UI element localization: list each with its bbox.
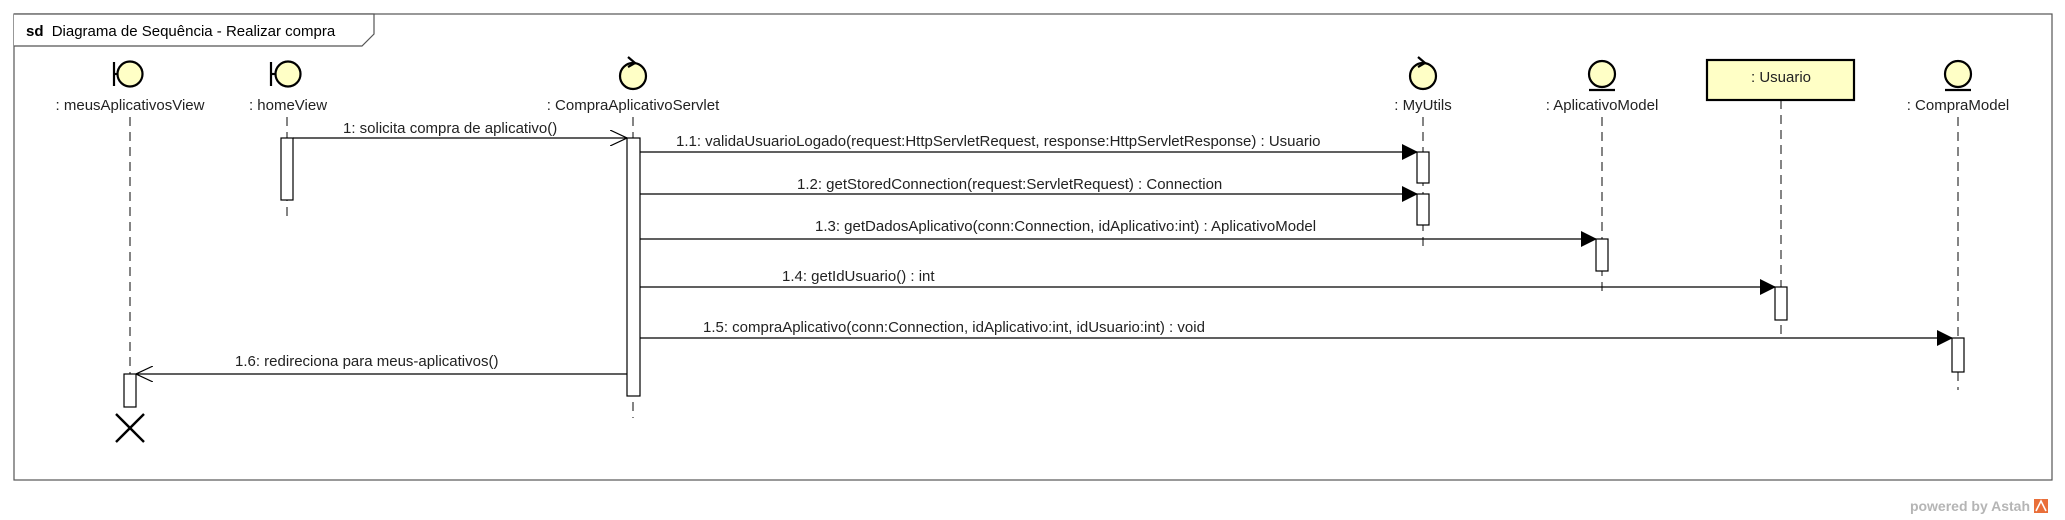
activation-meusAplicativosView (123, 373, 137, 408)
lifeline-label-AplicativoModel: : AplicativoModel (1546, 97, 1659, 114)
activation-CompraModel (1951, 337, 1965, 373)
lifeline-label-CompraModel: : CompraModel (1907, 97, 2010, 114)
message-1-1-label: 1.1: validaUsuarioLogado(request:HttpSer… (676, 133, 1321, 150)
activation-AplicativoModel (1595, 238, 1609, 272)
activation-Usuario (1774, 286, 1788, 321)
activation-MyUtils-1 (1416, 151, 1430, 184)
activation-MyUtils-2 (1416, 193, 1430, 226)
frame-title-text: Diagrama de Sequência - Realizar compra (52, 23, 336, 40)
message-1-3-label: 1.3: getDadosAplicativo(conn:Connection,… (815, 218, 1316, 235)
lifeline-label-meusAplicativosView: : meusAplicativosView (56, 97, 205, 114)
lifeline-label-homeView: : homeView (249, 97, 327, 114)
lifeline-label-CompraAplicativoServlet: : CompraAplicativoServlet (547, 97, 720, 114)
message-1-2-label: 1.2: getStoredConnection(request:Servlet… (797, 176, 1222, 193)
frame-title: sd Diagrama de Sequência - Realizar comp… (26, 23, 336, 40)
message-1-6-label: 1.6: redireciona para meus-aplicativos() (235, 353, 498, 370)
message-1-label: 1: solicita compra de aplicativo() (343, 120, 557, 137)
astah-logo-icon (2034, 499, 2048, 513)
powered-by-footer: powered by Astah (1910, 498, 2030, 514)
lifeline-label-MyUtils: : MyUtils (1394, 97, 1452, 114)
sequence-diagram: sd Diagrama de Sequência - Realizar comp… (13, 13, 2053, 514)
lifeline-label-Usuario: : Usuario (1751, 69, 1811, 86)
frame-keyword: sd (26, 23, 44, 40)
message-1-4-label: 1.4: getIdUsuario() : int (782, 268, 935, 285)
activation-homeView (280, 137, 294, 201)
activation-CompraAplicativoServlet (626, 137, 641, 397)
message-1-5-label: 1.5: compraAplicativo(conn:Connection, i… (703, 319, 1205, 336)
